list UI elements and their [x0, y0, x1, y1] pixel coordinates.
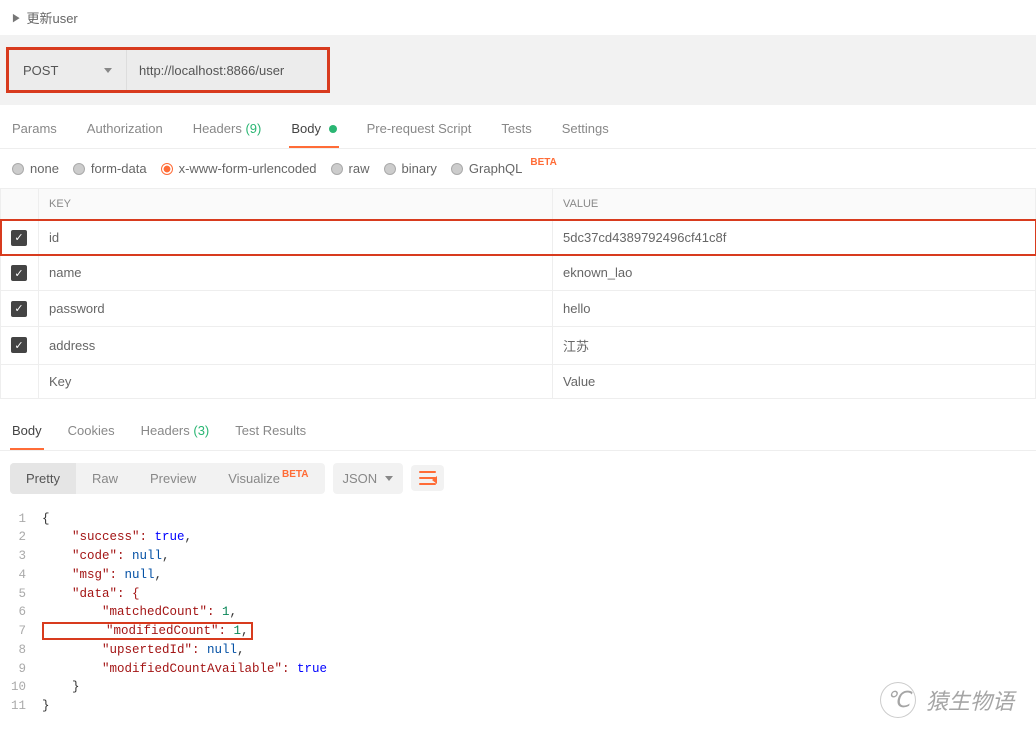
- kv-value[interactable]: 5dc37cd4389792496cf41c8f: [553, 220, 1036, 256]
- resp-tab-cookies[interactable]: Cookies: [66, 423, 117, 450]
- tab-prerequest[interactable]: Pre-request Script: [365, 121, 474, 148]
- radio-icon: [384, 163, 396, 175]
- kv-value-placeholder[interactable]: Value: [553, 364, 1036, 398]
- radio-selected-icon: [161, 163, 173, 175]
- checkbox-checked-icon[interactable]: ✓: [11, 301, 27, 317]
- kv-value[interactable]: hello: [553, 291, 1036, 327]
- tab-body[interactable]: Body: [289, 121, 338, 148]
- tab-authorization[interactable]: Authorization: [85, 121, 165, 148]
- checkbox-checked-icon[interactable]: ✓: [11, 337, 27, 353]
- request-header: ▶ 更新user: [0, 0, 1036, 35]
- resp-tab-headers[interactable]: Headers (3): [139, 423, 212, 450]
- resp-tab-body[interactable]: Body: [10, 423, 44, 450]
- tab-headers-count: (9): [245, 121, 261, 136]
- beta-badge: BETA: [282, 469, 308, 480]
- wrap-lines-icon: [419, 471, 436, 485]
- body-type-none[interactable]: none: [12, 161, 59, 176]
- radio-icon: [12, 163, 24, 175]
- response-format-dropdown[interactable]: JSON: [333, 463, 404, 494]
- request-tabs: Params Authorization Headers (9) Body Pr…: [0, 105, 1036, 149]
- view-raw-button[interactable]: Raw: [76, 463, 134, 494]
- http-method-label: POST: [23, 63, 58, 78]
- view-visualize-button[interactable]: VisualizeBETA: [212, 463, 324, 494]
- url-bar-area: POST: [0, 35, 1036, 105]
- body-type-binary[interactable]: binary: [384, 161, 437, 176]
- kv-key-placeholder[interactable]: Key: [39, 364, 553, 398]
- table-row[interactable]: ✓ password hello: [1, 291, 1036, 327]
- tab-headers-label: Headers: [193, 121, 242, 136]
- highlighted-code: "modifiedCount": 1,: [42, 622, 253, 640]
- body-active-dot-icon: [329, 125, 337, 133]
- kv-key[interactable]: address: [39, 326, 553, 364]
- table-new-row[interactable]: Key Value: [1, 364, 1036, 398]
- view-preview-button[interactable]: Preview: [134, 463, 212, 494]
- kv-key[interactable]: name: [39, 255, 553, 291]
- chevron-down-icon: [104, 68, 112, 73]
- body-type-row: none form-data x-www-form-urlencoded raw…: [0, 149, 1036, 188]
- tab-body-label: Body: [291, 121, 321, 136]
- body-type-formdata[interactable]: form-data: [73, 161, 147, 176]
- format-label: JSON: [343, 471, 378, 486]
- beta-badge: BETA: [530, 157, 556, 168]
- radio-icon: [73, 163, 85, 175]
- response-toolbar: Pretty Raw Preview VisualizeBETA JSON: [0, 451, 1036, 506]
- tab-headers[interactable]: Headers (9): [191, 121, 264, 148]
- watermark: ℃ 猿生物语: [880, 682, 1014, 718]
- table-row[interactable]: ✓ address 江苏: [1, 326, 1036, 364]
- expand-caret-icon[interactable]: ▶: [13, 11, 20, 24]
- view-mode-group: Pretty Raw Preview VisualizeBETA: [10, 463, 325, 494]
- body-type-graphql[interactable]: GraphQLBETA: [451, 161, 557, 176]
- url-input[interactable]: [127, 50, 327, 90]
- tab-settings[interactable]: Settings: [560, 121, 611, 148]
- kv-check-header: [1, 189, 39, 220]
- watermark-text: 猿生物语: [926, 684, 1014, 716]
- kv-key[interactable]: id: [39, 220, 553, 256]
- http-method-dropdown[interactable]: POST: [9, 50, 127, 90]
- request-title: 更新user: [26, 8, 77, 27]
- table-row[interactable]: ✓ id 5dc37cd4389792496cf41c8f: [1, 220, 1036, 256]
- body-kv-table: KEY VALUE ✓ id 5dc37cd4389792496cf41c8f …: [0, 188, 1036, 399]
- view-pretty-button[interactable]: Pretty: [10, 463, 76, 494]
- kv-value-header: VALUE: [553, 189, 1036, 220]
- kv-key-header: KEY: [39, 189, 553, 220]
- kv-value[interactable]: eknown_lao: [553, 255, 1036, 291]
- radio-icon: [331, 163, 343, 175]
- resp-headers-count: (3): [193, 423, 209, 438]
- table-row[interactable]: ✓ name eknown_lao: [1, 255, 1036, 291]
- chevron-down-icon: [385, 476, 393, 481]
- kv-key[interactable]: password: [39, 291, 553, 327]
- wechat-icon: ℃: [880, 682, 916, 718]
- resp-tab-testresults[interactable]: Test Results: [233, 423, 308, 450]
- checkbox-checked-icon[interactable]: ✓: [11, 265, 27, 281]
- body-type-raw[interactable]: raw: [331, 161, 370, 176]
- checkbox-checked-icon[interactable]: ✓: [11, 230, 27, 246]
- tab-params[interactable]: Params: [10, 121, 59, 148]
- response-tabs: Body Cookies Headers (3) Test Results: [0, 409, 1036, 451]
- radio-icon: [451, 163, 463, 175]
- wrap-lines-button[interactable]: [411, 465, 444, 491]
- tab-tests[interactable]: Tests: [499, 121, 533, 148]
- body-type-xwww[interactable]: x-www-form-urlencoded: [161, 161, 317, 176]
- kv-value[interactable]: 江苏: [553, 326, 1036, 364]
